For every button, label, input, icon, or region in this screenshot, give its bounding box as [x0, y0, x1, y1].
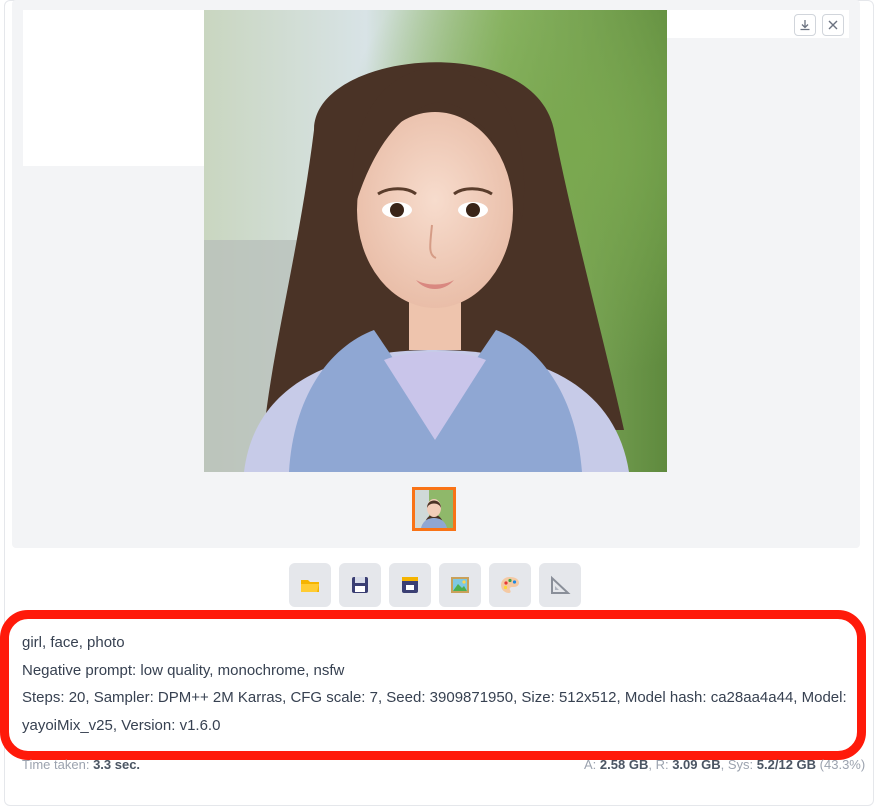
time-taken-value: 3.3 sec.	[93, 757, 141, 772]
vram-sys-label: Sys:	[727, 757, 754, 772]
params-text-line2: yayoiMix_v25, Version: v1.6.0	[22, 716, 221, 734]
gallery-blank-area-left	[23, 10, 205, 166]
close-button[interactable]	[822, 14, 844, 36]
vram-sys-value: 5.2/12 GB	[756, 757, 817, 772]
vram-a-value: 2.58 GB	[599, 757, 649, 772]
download-button[interactable]	[794, 14, 816, 36]
open-folder-button[interactable]	[289, 563, 331, 607]
folder-icon	[301, 580, 319, 592]
send-to-extras-icon	[551, 575, 571, 594]
zip-save-icon	[402, 577, 418, 593]
send-to-inpaint-icon	[501, 577, 519, 593]
close-icon	[828, 20, 838, 30]
send-to-extras-button[interactable]	[539, 563, 581, 607]
vram-usage: A: 2.58 GB, R: 3.09 GB, Sys: 5.2/12 GB (…	[584, 757, 866, 772]
save-icon	[352, 577, 368, 593]
time-taken: Time taken: 3.3 sec.	[22, 757, 140, 772]
send-to-img2img-button[interactable]	[439, 563, 481, 607]
time-taken-label: Time taken:	[22, 757, 90, 772]
portrait-image	[204, 10, 667, 472]
negative-prompt-text: Negative prompt: low quality, monochrome…	[22, 661, 345, 679]
send-to-inpaint-button[interactable]	[489, 563, 531, 607]
generated-image[interactable]	[204, 10, 667, 472]
send-to-img2img-icon	[451, 577, 469, 593]
vram-r-label: R:	[655, 757, 669, 772]
prompt-text: girl, face, photo	[22, 634, 125, 651]
save-button[interactable]	[339, 563, 381, 607]
generation-info: girl, face, photo Negative prompt: low q…	[22, 629, 852, 739]
save-zip-button[interactable]	[389, 563, 431, 607]
thumbnail-image	[415, 490, 453, 528]
download-icon	[800, 20, 810, 31]
gallery-thumbnail[interactable]	[412, 487, 456, 531]
vram-r-value: 3.09 GB	[672, 757, 721, 772]
params-text-line1: Steps: 20, Sampler: DPM++ 2M Karras, CFG…	[22, 689, 847, 706]
vram-a-label: A:	[584, 757, 597, 772]
vram-percent: (43.3%)	[819, 757, 866, 772]
